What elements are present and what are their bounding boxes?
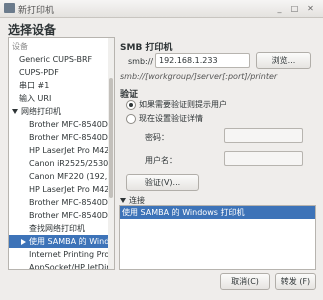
device-list-item[interactable]: Brother MFC-8540DN (BRN	[9, 196, 114, 209]
device-list-item[interactable]: 输入 URI	[9, 92, 114, 105]
title-bar: 新打印机 _ □ ✕	[0, 0, 323, 18]
device-list-item[interactable]: HP LaserJet Pro M428-M	[9, 144, 115, 157]
connection-list[interactable]: 使用 SAMBA 的 Windows 打印机	[119, 205, 316, 270]
device-label: Brother MFC-8540DN (BRN	[29, 120, 114, 129]
scrollbar[interactable]	[108, 38, 114, 269]
device-label: Brother MFC-8540DN (BRN	[29, 211, 114, 220]
browse-button[interactable]: 浏览...	[256, 52, 311, 69]
password-label: 密码：	[145, 133, 169, 142]
device-list-item[interactable]: 查找网络打印机	[9, 222, 114, 235]
forward-button[interactable]: 转发 (F)	[275, 273, 316, 290]
username-label: 用户名：	[145, 156, 177, 165]
device-label: 输入 URI	[19, 94, 52, 103]
smb-section-label: SMB 打印机	[120, 43, 173, 53]
device-list[interactable]: 设备 Generic CUPS-BRF CUPS-PDF 串口 #1 输入 URI 网络打…	[8, 37, 115, 270]
device-list-item[interactable]: Brother MFC-8540DN (BRN	[9, 131, 114, 144]
radio-prompt-user[interactable]	[126, 100, 136, 110]
device-label: HP LaserJet Pro M428-M	[29, 185, 115, 194]
cancel-button[interactable]: 取消(C)	[220, 273, 270, 290]
device-label: Canon iR2525/2530 (192,	[29, 159, 114, 168]
auth-section-label: 验证	[120, 90, 139, 100]
radio-prompt-label: 如果需要验证则提示用户	[139, 100, 227, 109]
device-label: Internet Printing Protocol	[29, 250, 114, 259]
page-title: 选择设备	[8, 23, 57, 37]
maximize-icon[interactable]: □	[289, 3, 300, 14]
device-list-item[interactable]: Internet Printing Protocol	[9, 248, 114, 261]
connection-item[interactable]: 使用 SAMBA 的 Windows 打印机	[120, 206, 315, 219]
device-label: Brother MFC-8540DN (BRN	[29, 133, 114, 142]
username-field[interactable]	[224, 151, 303, 166]
device-group-network[interactable]: 网络打印机	[9, 105, 111, 118]
device-list-item[interactable]: Canon iR2525/2530 (192,	[9, 157, 114, 170]
password-field[interactable]	[224, 128, 303, 143]
device-list-item[interactable]: AppSocket/HP JetDirect	[9, 261, 115, 270]
device-list-item[interactable]: Generic CUPS-BRF	[9, 53, 114, 66]
scrollbar-thumb[interactable]	[109, 78, 113, 198]
device-list-item[interactable]: Brother MFC-8540DN (BRN	[9, 118, 114, 131]
device-label: HP LaserJet Pro M428-M	[29, 146, 115, 155]
radio-set-now-label: 现在设置验证详情	[139, 114, 203, 123]
device-list-item[interactable]: HP LaserJet Pro M428-M	[9, 183, 115, 196]
device-list-item[interactable]: Brother MFC-8540DN (BRN	[9, 209, 114, 222]
expander-arrow-icon	[12, 109, 18, 114]
device-label: CUPS-PDF	[19, 68, 59, 77]
device-label: Generic CUPS-BRF	[19, 55, 93, 64]
close-icon[interactable]: ✕	[305, 3, 316, 14]
smb-prefix-label: smb://	[128, 57, 154, 66]
connection-section-label: 连接	[129, 196, 145, 205]
printer-icon	[4, 3, 15, 13]
device-list-item[interactable]: 串口 #1	[9, 79, 114, 92]
window-title: 新打印机	[18, 6, 55, 16]
expander-arrow-icon	[120, 198, 126, 203]
smb-format-hint: smb://[workgroup/]server[:port]/printer	[120, 72, 278, 81]
device-label: Canon MF220 (192, 168, 1	[29, 172, 114, 181]
device-label: 网络打印机	[21, 107, 61, 116]
expander-arrow-icon	[21, 238, 26, 245]
device-list-header: 设备	[9, 40, 111, 53]
device-label: 串口 #1	[19, 81, 50, 90]
device-label: 查找网络打印机	[29, 224, 85, 233]
radio-set-now[interactable]	[126, 114, 136, 124]
minimize-icon[interactable]: _	[274, 3, 285, 14]
device-label: AppSocket/HP JetDirect	[29, 263, 115, 270]
device-list-item[interactable]: CUPS-PDF	[9, 66, 114, 79]
smb-address-input[interactable]: 192.168.1.233	[155, 53, 250, 68]
device-list-item[interactable]: Canon MF220 (192, 168, 1	[9, 170, 114, 183]
device-label: Brother MFC-8540DN (BRN	[29, 198, 114, 207]
device-list-item[interactable]: 使用 SAMBA 的 Windows	[9, 235, 114, 248]
device-label: 使用 SAMBA 的 Windows	[29, 237, 114, 246]
verify-button[interactable]: 验证(V)...	[126, 174, 199, 191]
device-label: 设备	[12, 42, 28, 51]
